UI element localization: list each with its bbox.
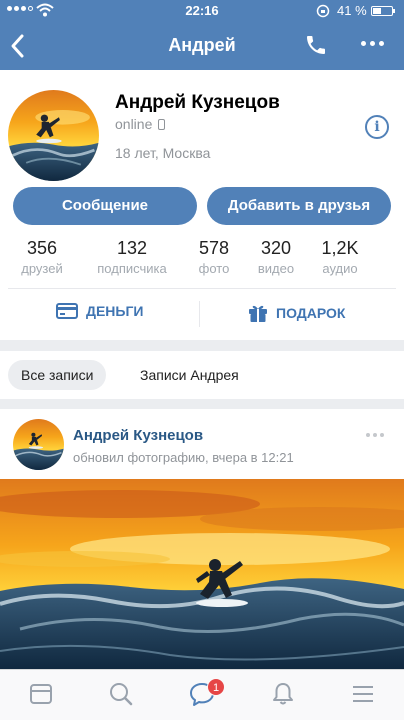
add-friend-button[interactable]: Добавить в друзья <box>207 187 391 225</box>
post-more-icon[interactable] <box>366 433 384 437</box>
tab-bar: 1 <box>0 669 404 720</box>
gift-label: ПОДАРОК <box>276 305 346 321</box>
avatar[interactable] <box>8 90 99 181</box>
wall-filter: Все записи Записи Андрея <box>0 351 404 399</box>
menu-icon[interactable] <box>350 681 376 707</box>
counter-value: 132 <box>116 238 148 258</box>
battery-percent: 41 % <box>337 3 367 18</box>
tab-all-posts[interactable]: Все записи <box>8 360 107 390</box>
counter-value: 1,2K <box>321 238 359 258</box>
counter-friends[interactable]: 356 друзей <box>2 238 82 276</box>
message-button[interactable]: Сообщение <box>13 187 197 225</box>
status-bar: 22:16 41 % <box>0 0 404 22</box>
counter-label: подписчика <box>97 261 167 276</box>
post-author[interactable]: Андрей Кузнецов <box>73 427 203 444</box>
profile-info: 18 лет, Москва <box>115 145 211 161</box>
battery-icon <box>371 6 395 16</box>
profile-counters: 356 друзей 132 подписчика 578 фото 320 в… <box>0 238 404 278</box>
counter-audio[interactable]: 1,2K аудио <box>300 238 380 276</box>
profile-name: Андрей Кузнецов <box>115 92 280 113</box>
news-feed-icon[interactable] <box>28 681 54 707</box>
info-icon[interactable]: i <box>365 115 389 139</box>
page-title: Андрей <box>168 35 236 55</box>
top-bar: 22:16 41 % Андрей <box>0 0 404 70</box>
post-meta: обновил фотографию, вчера в 12:21 <box>73 450 294 465</box>
profile-actions: ДЕНЬГИ ПОДАРОК <box>0 289 404 340</box>
avatar[interactable] <box>13 419 64 470</box>
profile-card: Андрей Кузнецов online 18 лет, Москва i … <box>0 70 404 340</box>
phone-icon[interactable] <box>304 33 328 57</box>
money-label: ДЕНЬГИ <box>86 303 144 319</box>
tab-own-posts[interactable]: Записи Андрея <box>127 360 252 390</box>
more-options-icon[interactable] <box>361 41 384 46</box>
counter-value: 356 <box>26 238 58 258</box>
counter-label: аудио <box>322 261 358 276</box>
notifications-icon[interactable] <box>270 681 296 707</box>
orientation-lock-icon <box>316 4 330 18</box>
search-icon[interactable] <box>108 681 134 707</box>
counter-followers[interactable]: 132 подписчика <box>92 238 172 276</box>
online-status: online <box>115 116 166 132</box>
nav-bar: Андрей <box>0 22 404 70</box>
mobile-icon <box>158 118 166 130</box>
divider <box>199 301 200 327</box>
gift-button[interactable]: ПОДАРОК <box>248 303 345 323</box>
messages-badge: 1 <box>207 678 225 696</box>
money-button[interactable]: ДЕНЬГИ <box>56 303 143 319</box>
gift-icon <box>249 305 267 322</box>
wall-post: Андрей Кузнецов обновил фотографию, вчер… <box>0 409 404 669</box>
money-card-icon <box>56 303 78 319</box>
online-status-text: online <box>115 116 153 132</box>
counter-label: друзей <box>21 261 63 276</box>
post-photo[interactable] <box>0 479 404 669</box>
